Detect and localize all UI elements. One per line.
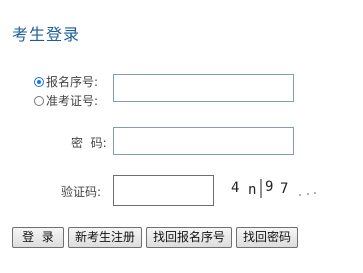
find-reg-no-button[interactable]: 找回报名序号 (146, 227, 233, 248)
captcha-char-4: 7 (280, 181, 288, 197)
captcha-label: 验证码: (61, 185, 102, 199)
id-number-input[interactable] (113, 74, 294, 102)
radio-label-reg-no: 报名序号: (46, 75, 99, 89)
radio-option-exam-no[interactable]: 准考证号: (34, 92, 98, 109)
captcha-char-3: 9 (265, 179, 273, 195)
login-button[interactable]: 登 录 (12, 227, 64, 248)
captcha-noise-dot (307, 193, 309, 195)
radio-label-exam-no: 准考证号: (46, 94, 99, 108)
page-title: 考生登录 (12, 25, 81, 44)
captcha-input[interactable] (113, 175, 214, 206)
radio-button-reg-no[interactable] (34, 76, 44, 87)
radio-button-exam-no[interactable] (34, 95, 44, 106)
captcha-noise-dot (314, 192, 316, 194)
captcha-char-2: n (248, 182, 256, 198)
captcha-image[interactable]: 4 n 9 7 (228, 176, 320, 200)
captcha-noise-dot (299, 194, 301, 196)
radio-option-reg-no[interactable]: 报名序号: (34, 73, 98, 90)
captcha-char-1: 4 (231, 180, 239, 196)
find-password-button[interactable]: 找回密码 (236, 227, 299, 248)
register-button[interactable]: 新考生注册 (68, 227, 143, 248)
password-input[interactable] (113, 127, 294, 155)
button-row: 登 录 新考生注册 找回报名序号 找回密码 (12, 227, 299, 248)
password-label: 密 码: (71, 136, 107, 150)
